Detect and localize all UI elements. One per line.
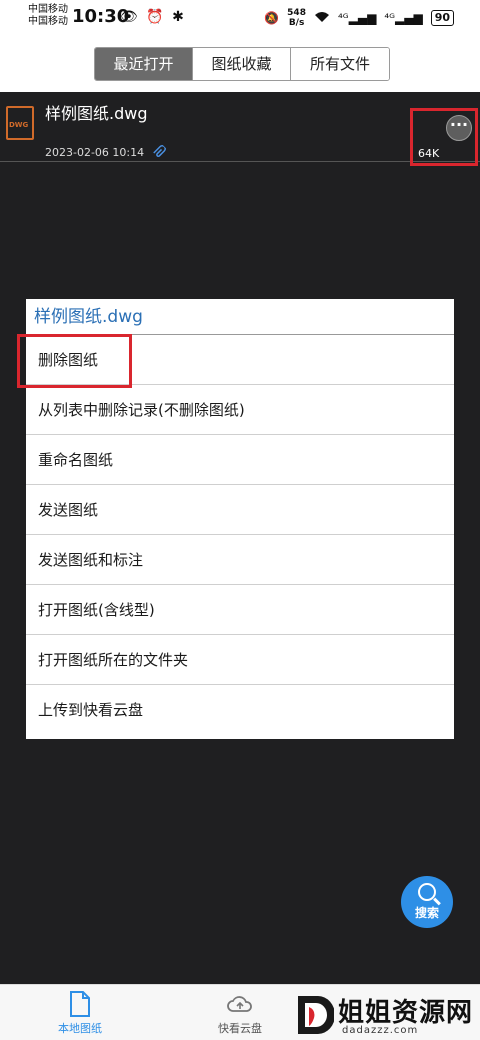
menu-item-rename[interactable]: 重命名图纸 bbox=[26, 435, 454, 485]
dwg-file-icon: DWG bbox=[6, 106, 34, 140]
highlight-box-delete bbox=[17, 334, 132, 388]
tab-favorites[interactable]: 图纸收藏 bbox=[193, 48, 291, 80]
status-right: 🔕 548 B/s ⁴ᴳ▂▄▆ ⁴ᴳ▂▄▆ 90 bbox=[264, 8, 454, 28]
signal-icon-1: ⁴ᴳ▂▄▆ bbox=[337, 11, 377, 25]
status-icons: 👁 ⏰ ✱ bbox=[120, 9, 186, 25]
search-icon bbox=[418, 883, 436, 901]
menu-title: 样例图纸.dwg bbox=[26, 299, 454, 335]
watermark-text: 姐姐资源网 bbox=[338, 998, 474, 1028]
nav-local-label: 本地图纸 bbox=[58, 1022, 102, 1035]
watermark-logo-icon bbox=[298, 996, 334, 1034]
tab-group: 最近打开 图纸收藏 所有文件 bbox=[94, 47, 390, 81]
nav-cloud-label: 快看云盘 bbox=[218, 1022, 262, 1035]
menu-item-open-folder[interactable]: 打开图纸所在的文件夹 bbox=[26, 635, 454, 685]
menu-item-send-with-annotations[interactable]: 发送图纸和标注 bbox=[26, 535, 454, 585]
mute-icon: 🔕 bbox=[264, 11, 280, 25]
cloud-icon bbox=[227, 996, 252, 1012]
search-button[interactable]: 搜索 bbox=[401, 876, 453, 928]
document-icon bbox=[70, 991, 90, 1017]
menu-item-send[interactable]: 发送图纸 bbox=[26, 485, 454, 535]
menu-item-remove-record[interactable]: 从列表中删除记录(不删除图纸) bbox=[26, 385, 454, 435]
battery-icon: 90 bbox=[430, 10, 454, 26]
menu-item-upload-cloud[interactable]: 上传到快看云盘 bbox=[26, 685, 454, 735]
tab-recent[interactable]: 最近打开 bbox=[95, 48, 193, 80]
watermark: 姐姐资源网 dadazzz.com bbox=[296, 992, 476, 1038]
file-name: 样例图纸.dwg bbox=[45, 104, 148, 123]
net-speed: 548 B/s bbox=[287, 8, 306, 28]
wifi-icon bbox=[314, 11, 330, 26]
menu-item-open-with-linetype[interactable]: 打开图纸(含线型) bbox=[26, 585, 454, 635]
file-list-item[interactable]: DWG 样例图纸.dwg 2023-02-06 10:14 bbox=[0, 92, 480, 162]
search-label: 搜索 bbox=[414, 906, 439, 920]
status-bar: 中国移动 中国移动 10:30 👁 ⏰ ✱ 🔕 548 B/s ⁴ᴳ▂▄▆ ⁴ᴳ… bbox=[0, 0, 480, 36]
watermark-url: dadazzz.com bbox=[342, 1025, 419, 1036]
nav-cloud-drive[interactable]: 快看云盘 bbox=[180, 985, 300, 1040]
tab-all-files[interactable]: 所有文件 bbox=[291, 48, 389, 80]
nav-local-drawings[interactable]: 本地图纸 bbox=[20, 985, 140, 1040]
carrier-2: 中国移动 bbox=[28, 16, 68, 27]
highlight-box-more bbox=[410, 108, 478, 166]
paperclip-icon bbox=[147, 142, 168, 163]
signal-icon-2: ⁴ᴳ▂▄▆ bbox=[384, 11, 423, 25]
file-date: 2023-02-06 10:14 bbox=[45, 146, 145, 159]
carrier-labels: 中国移动 中国移动 bbox=[28, 4, 68, 28]
carrier-1: 中国移动 bbox=[28, 4, 68, 15]
tab-header: 最近打开 图纸收藏 所有文件 bbox=[0, 36, 480, 92]
